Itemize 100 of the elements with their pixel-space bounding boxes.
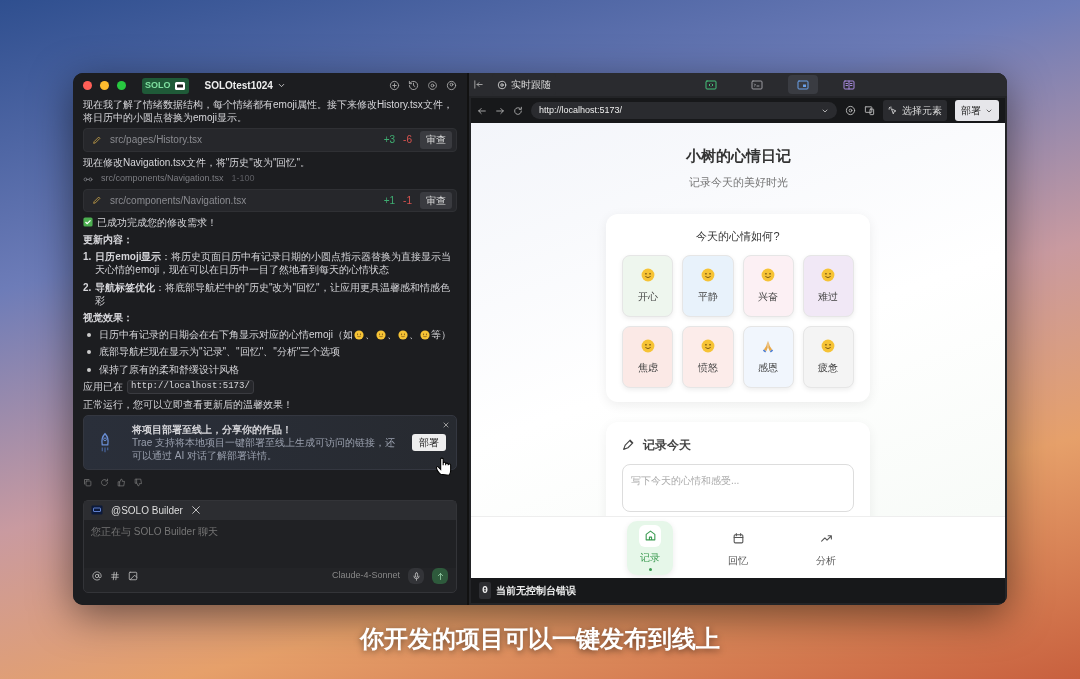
message-text: 现在修改Navigation.tsx文件，将"历史"改为"回忆"。: [83, 155, 311, 169]
line-range: 1-100: [231, 172, 255, 185]
home-icon: [643, 529, 657, 542]
select-element-button[interactable]: 选择元素: [883, 100, 947, 121]
robot-icon: [173, 79, 186, 92]
deploy-button[interactable]: 部署: [412, 433, 446, 452]
mood-option[interactable]: 兴奋: [742, 254, 794, 317]
smiley-face-icon: [700, 267, 715, 282]
image-icon[interactable]: [128, 571, 138, 581]
added-count: +1: [383, 193, 396, 207]
forward-icon[interactable]: [495, 105, 505, 116]
mood-option[interactable]: 愤怒: [682, 325, 734, 388]
smiley-face-icon: [821, 267, 836, 282]
list-item-text: 等）: [430, 328, 451, 342]
card-title: 记录今天: [643, 436, 691, 454]
app-title: 小树的心情日记: [685, 146, 791, 166]
code-editor-icon: [705, 78, 717, 91]
review-button[interactable]: 审查: [420, 191, 452, 209]
pencil-icon: [92, 195, 102, 206]
smiley-face-icon: [700, 338, 715, 353]
nav-tab[interactable]: 分析: [803, 520, 849, 575]
retry-icon[interactable]: [100, 478, 109, 488]
removed-count: -6: [403, 133, 412, 147]
list-number: 2.: [83, 280, 92, 295]
smiley-face-icon: [397, 329, 408, 340]
hash-icon[interactable]: [110, 571, 120, 581]
card-title: 今天的心情如何?: [695, 229, 781, 244]
target-icon: [497, 79, 507, 90]
smiley-face-icon: [353, 329, 364, 340]
pen-icon: [622, 438, 635, 451]
file-path: src/pages/History.tsx: [110, 133, 204, 147]
target-icon[interactable]: [845, 105, 856, 116]
message-text: 现在我了解了情绪数据结构，每个情绪都有emoji属性。接下来修改History.tsx文件，将日历中的小圆点替换为emoji显示。: [83, 98, 454, 125]
section-heading: 更新内容：: [83, 233, 134, 247]
panel-tab[interactable]: [788, 75, 818, 94]
bullet-dot: [87, 350, 91, 355]
app-subtitle: 记录今天的美好时光: [688, 174, 788, 190]
new-chat-icon[interactable]: [389, 80, 400, 91]
list-item-text: 、: [386, 328, 397, 342]
settings-icon[interactable]: [427, 80, 438, 91]
video-caption: 你开发的项目可以一键发布到线上: [360, 624, 720, 654]
mood-option[interactable]: 焦虑: [622, 325, 674, 388]
cursor-icon: [888, 105, 898, 116]
console-status: 当前无控制台错误: [496, 584, 576, 598]
smiley-face-icon: [640, 267, 655, 282]
microphone-icon: [411, 571, 421, 581]
message-text: 应用已在: [83, 380, 123, 394]
mood-option[interactable]: 平静: [682, 254, 734, 317]
smiley-face-icon: [419, 329, 430, 340]
checkbox-icon: [83, 217, 93, 228]
error-count: 0: [479, 582, 491, 599]
list-item-text: 保持了原有的柔和舒缓设计风格: [99, 362, 239, 376]
mood-option[interactable]: 疲惫: [802, 325, 854, 388]
smiley-face-icon: [375, 329, 386, 340]
agent-mention: @SOLO Builder: [111, 503, 183, 517]
smiley-face-icon: [640, 338, 655, 353]
list-item-text: 底部导航栏现在显示为"记录"、"回忆"、"分析"三个选项: [99, 345, 341, 359]
project-dropdown[interactable]: SOLOtest1024: [204, 78, 286, 93]
arrow-up-icon: [435, 571, 445, 581]
mood-option[interactable]: 难过: [802, 254, 854, 317]
inline-code: http://localhost:5173/: [127, 379, 254, 394]
split-view-icon: [843, 78, 855, 91]
chevron-down-icon: [276, 81, 286, 90]
model-selector[interactable]: Claude-4-Sonnet: [331, 570, 400, 582]
section-heading: 视觉效果：: [83, 310, 134, 325]
deploy-dropdown[interactable]: 部署: [955, 100, 999, 121]
mood-option[interactable]: 开心: [622, 254, 674, 317]
banner-text: Trae 支持将本地项目一键部署至线上生成可访问的链接，还可以通过 AI 对话了解部署详情。: [132, 435, 396, 463]
chat-composer[interactable]: @SOLO Builder 您正在与 SOLO Builder 聊天 Claude-4-Sonnet: [83, 499, 457, 593]
copy-icon[interactable]: [83, 478, 92, 488]
file-path: src/components/Navigation.tsx: [110, 193, 248, 207]
hand-cursor-icon: [434, 455, 454, 478]
pencil-icon: [92, 134, 102, 145]
collapse-panel-icon[interactable]: [473, 79, 484, 90]
account-icon[interactable]: [446, 80, 457, 91]
thumbs-up-icon[interactable]: [117, 478, 126, 488]
list-item-text: 日历中有记录的日期会在右下角显示对应的心情emoji（如: [99, 328, 353, 342]
thumbs-down-icon[interactable]: [134, 478, 143, 488]
send-button[interactable]: [432, 568, 448, 584]
mood-option[interactable]: 感恩: [742, 325, 794, 388]
close-icon[interactable]: [442, 420, 450, 429]
robot-icon: [91, 504, 103, 517]
list-item-text: 日历emoji显示：将历史页面日历中有记录日期的小圆点指示器替换为直接显示当天心情的emoji，现在可以在日历中一目了然地看到每天的心情状态: [95, 250, 453, 277]
praying-hands-icon: [761, 338, 776, 353]
reload-icon[interactable]: [513, 105, 523, 116]
message-text: 正常运行，您可以立即查看更新后的温馨效果！: [83, 397, 293, 411]
review-button[interactable]: 审查: [420, 131, 452, 149]
history-icon[interactable]: [408, 80, 419, 91]
nav-tab[interactable]: 回忆: [715, 520, 761, 575]
trend-up-icon: [819, 532, 833, 545]
at-icon[interactable]: [92, 571, 102, 581]
back-icon[interactable]: [477, 105, 487, 116]
microphone-button[interactable]: [408, 568, 424, 584]
address-bar[interactable]: http://localhost:5173/: [531, 102, 837, 119]
browser-icon: [797, 78, 809, 91]
status-message: 已成功完成您的修改需求！: [97, 215, 217, 229]
journal-input[interactable]: 写下今天的心情和感受...: [622, 463, 854, 512]
devices-icon[interactable]: [864, 105, 875, 116]
bullet-dot: [87, 333, 91, 338]
list-item-text: 、: [408, 328, 419, 342]
